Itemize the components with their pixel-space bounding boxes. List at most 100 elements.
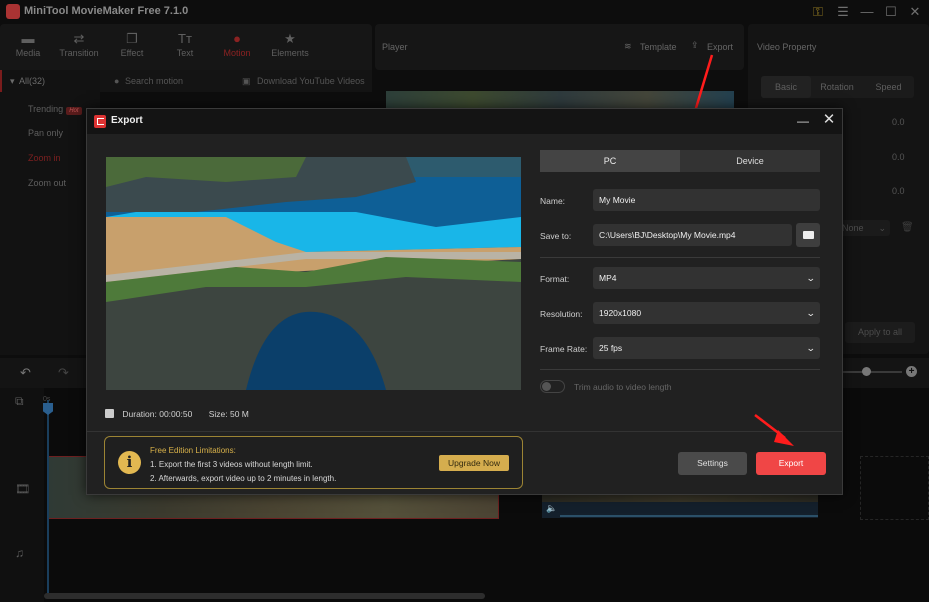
limitation-line-1: 1. Export the first 3 videos without len…	[150, 460, 313, 469]
apply-to-all-button[interactable]: Apply to all	[845, 322, 915, 343]
search-input[interactable]: Search motion	[125, 70, 183, 92]
app-window: MiniTool MovieMaker Free 7.1.0 ⚿ ☰ — ☐ ✕…	[0, 0, 929, 602]
browse-folder-button[interactable]	[796, 223, 820, 247]
dialog-title: Export	[111, 115, 143, 126]
motion-icon: ●	[233, 31, 241, 46]
tab-label: Transition	[59, 48, 99, 58]
frame-rate-select[interactable]: 25 fps ⌄	[593, 337, 820, 359]
property-title: Video Property	[757, 42, 817, 52]
name-label: Name:	[540, 196, 566, 206]
item-label: Zoom in	[28, 153, 61, 163]
transition-drop-zone[interactable]	[860, 456, 929, 520]
tab-basic[interactable]: Basic	[761, 76, 811, 98]
close-icon[interactable]: ✕	[906, 3, 924, 21]
save-path-input[interactable]: C:\Users\BJ\Desktop\My Movie.mp4	[593, 224, 792, 246]
tab-label: Effect	[120, 48, 144, 58]
upgrade-now-button[interactable]: Upgrade Now	[439, 455, 509, 471]
video-meta: Duration: 00:00:50 Size: 50 M	[105, 409, 249, 419]
limitations-title: Free Edition Limitations:	[150, 446, 236, 455]
title-bar: MiniTool MovieMaker Free 7.1.0 ⚿ ☰ — ☐ ✕	[0, 0, 929, 24]
layers-icon: ❐	[126, 31, 138, 46]
text-icon: Tт	[178, 31, 192, 46]
footer-divider	[87, 431, 842, 432]
red-arrow-annotation	[754, 414, 794, 446]
tab-label: Text	[176, 48, 194, 58]
tab-label: Media	[15, 48, 41, 58]
item-label: Trending	[28, 104, 64, 114]
save-to-label: Save to:	[540, 231, 572, 241]
settings-button[interactable]: Settings	[678, 452, 747, 475]
resolution-value: 1920x1080	[599, 308, 642, 318]
export-button[interactable]: Export	[756, 452, 826, 475]
template-button[interactable]: Template	[640, 42, 677, 52]
library-item-zoom-out[interactable]: Zoom out	[28, 178, 66, 188]
hot-badge: Hot	[66, 107, 82, 115]
trim-audio-toggle[interactable]	[540, 380, 565, 393]
tab-label: Motion	[223, 48, 251, 58]
music-track-icon: ♫	[15, 546, 24, 560]
library-item-pan-only[interactable]: Pan only	[28, 128, 63, 138]
minimize-icon[interactable]: —	[858, 3, 876, 21]
audio-waveform-line	[560, 515, 818, 517]
resolution-label: Resolution:	[540, 309, 583, 319]
playhead-line	[47, 400, 49, 595]
tab-text[interactable]: Tт Text	[157, 30, 213, 58]
video-preview	[106, 157, 521, 390]
app-title: MiniTool MovieMaker Free 7.1.0	[24, 5, 189, 17]
resolution-select[interactable]: 1920x1080 ⌄	[593, 302, 820, 324]
export-dialog: Export — ✕ Duration: 00:00:50 Size: 50 M	[86, 108, 843, 495]
tab-transition[interactable]: ⇄ Transition	[51, 30, 107, 58]
select-value: None	[842, 223, 864, 233]
property-value: 0.0	[892, 152, 905, 162]
minimize-icon[interactable]: —	[797, 114, 809, 128]
library-search-bar: ● Search motion ▣ Download YouTube Video…	[100, 70, 372, 92]
size-text: Size: 50 M	[208, 409, 249, 419]
zoom-in-icon[interactable]: +	[906, 366, 917, 377]
tab-media[interactable]: ▬ Media	[0, 30, 56, 58]
tab-rotation[interactable]: Rotation	[811, 76, 863, 98]
template-icon: ≋	[624, 41, 632, 51]
chevron-down-icon: ⌄	[806, 273, 817, 283]
tab-effect[interactable]: ❐ Effect	[104, 30, 160, 58]
property-select[interactable]: None ⌄	[840, 220, 890, 236]
format-value: MP4	[599, 273, 617, 283]
divider	[540, 257, 820, 258]
chevron-down-icon: ⌄	[878, 223, 886, 233]
chevron-down-icon: ⌄	[806, 308, 817, 318]
tab-motion[interactable]: ● Motion	[209, 30, 265, 58]
search-icon: ●	[114, 76, 120, 86]
maximize-icon[interactable]: ☐	[882, 3, 900, 21]
undo-icon[interactable]: ↶	[20, 365, 31, 381]
preview-image	[106, 157, 521, 390]
trash-icon[interactable]: 🗑	[901, 222, 914, 233]
timeline-zoom-knob[interactable]	[862, 367, 871, 376]
timeline-zoom-slider[interactable]	[842, 371, 902, 373]
tab-label: Elements	[271, 48, 309, 58]
library-item-trending[interactable]: Trending Hot	[28, 104, 82, 115]
tab-device[interactable]: Device	[680, 150, 820, 172]
menu-icon[interactable]: ☰	[834, 3, 852, 21]
redo-icon[interactable]: ↷	[58, 365, 69, 381]
library-item-zoom-in[interactable]: Zoom in	[28, 153, 61, 163]
volume-icon[interactable]: 🔈	[546, 503, 557, 514]
save-path-value: C:\Users\BJ\Desktop\My Movie.mp4	[599, 230, 736, 240]
format-select[interactable]: MP4 ⌄	[593, 267, 820, 289]
key-icon[interactable]: ⚿	[809, 3, 827, 21]
tab-speed[interactable]: Speed	[863, 76, 914, 98]
add-track-icon[interactable]: ⧉	[15, 394, 24, 409]
name-input[interactable]: My Movie	[593, 189, 820, 211]
format-label: Format:	[540, 274, 570, 284]
category-all[interactable]: ▾ All(32)	[0, 70, 100, 92]
close-icon[interactable]: ✕	[822, 112, 836, 128]
category-all-label: All(32)	[19, 76, 46, 86]
tab-pc[interactable]: PC	[540, 150, 680, 172]
app-logo-icon	[6, 4, 20, 19]
property-tabs: Basic Rotation Speed	[761, 76, 914, 98]
tab-elements[interactable]: ★ Elements	[262, 30, 318, 58]
download-youtube-link[interactable]: Download YouTube Videos	[257, 70, 365, 92]
swap-icon: ⇄	[73, 31, 85, 46]
app-logo-icon	[94, 115, 106, 128]
timeline-scrollbar[interactable]	[44, 593, 485, 599]
property-value: 0.0	[892, 117, 905, 127]
tool-tabs: ▬ Media ⇄ Transition ❐ Effect Tт Text ● …	[0, 24, 372, 70]
